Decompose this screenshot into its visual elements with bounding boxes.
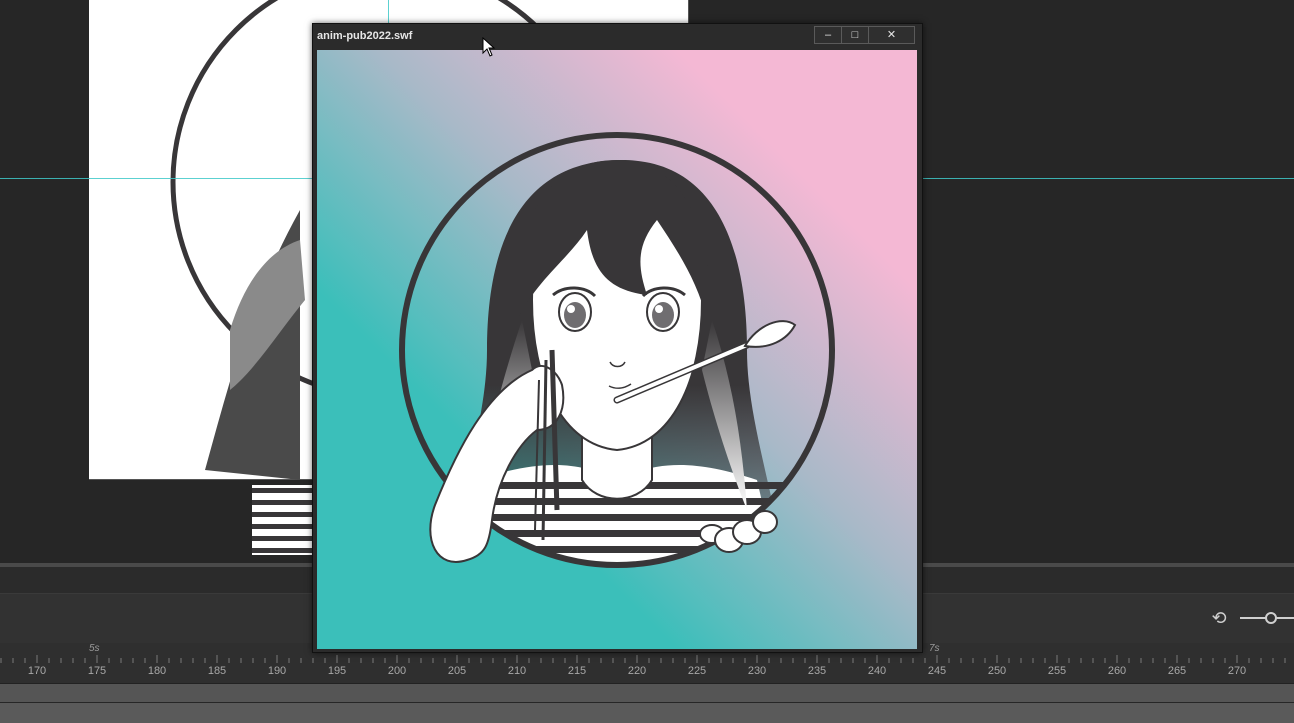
undo-icon[interactable]: ⟲ bbox=[1208, 608, 1230, 628]
frame-label: 215 bbox=[567, 665, 587, 677]
maximize-icon: □ bbox=[851, 29, 859, 41]
timeline-track[interactable] bbox=[0, 702, 1294, 723]
close-icon: ✕ bbox=[886, 29, 897, 41]
mouse-pointer-icon bbox=[482, 37, 496, 57]
frame-label: 190 bbox=[267, 665, 287, 677]
frame-label: 200 bbox=[387, 665, 407, 677]
frame-label: 195 bbox=[327, 665, 347, 677]
frame-label: 170 bbox=[27, 665, 47, 677]
timeline-track[interactable] bbox=[0, 683, 1294, 702]
stage-shirt-stripes bbox=[252, 485, 314, 555]
frame-label: 235 bbox=[807, 665, 827, 677]
frame-label: 250 bbox=[987, 665, 1007, 677]
zoom-slider-thumb bbox=[1265, 612, 1277, 624]
close-button[interactable]: ✕ bbox=[868, 26, 915, 44]
second-marker-5s: 5s bbox=[89, 643, 100, 654]
frame-label: 175 bbox=[87, 665, 107, 677]
frame-label: 185 bbox=[207, 665, 227, 677]
frame-label: 240 bbox=[867, 665, 887, 677]
frame-label: 265 bbox=[1167, 665, 1187, 677]
frame-label: 230 bbox=[747, 665, 767, 677]
frame-label: 260 bbox=[1107, 665, 1127, 677]
frame-label: 220 bbox=[627, 665, 647, 677]
window-title: anim-pub2022.swf bbox=[317, 30, 413, 42]
frame-label: 255 bbox=[1047, 665, 1067, 677]
frame-label: 225 bbox=[687, 665, 707, 677]
minimize-icon: – bbox=[824, 29, 832, 41]
swf-player-window[interactable]: anim-pub2022.swf – □ ✕ bbox=[312, 23, 923, 653]
swf-viewport[interactable] bbox=[317, 50, 917, 649]
minimize-button[interactable]: – bbox=[814, 26, 842, 44]
frame-label: 210 bbox=[507, 665, 527, 677]
frame-label: 205 bbox=[447, 665, 467, 677]
zoom-slider[interactable] bbox=[1238, 608, 1294, 628]
frame-label: 270 bbox=[1227, 665, 1247, 677]
maximize-button[interactable]: □ bbox=[841, 26, 869, 44]
frame-label: 180 bbox=[147, 665, 167, 677]
frame-label: 245 bbox=[927, 665, 947, 677]
window-titlebar[interactable]: anim-pub2022.swf – □ ✕ bbox=[313, 24, 922, 48]
animation-illustration bbox=[317, 50, 917, 649]
second-marker-7s: 7s bbox=[929, 643, 940, 654]
